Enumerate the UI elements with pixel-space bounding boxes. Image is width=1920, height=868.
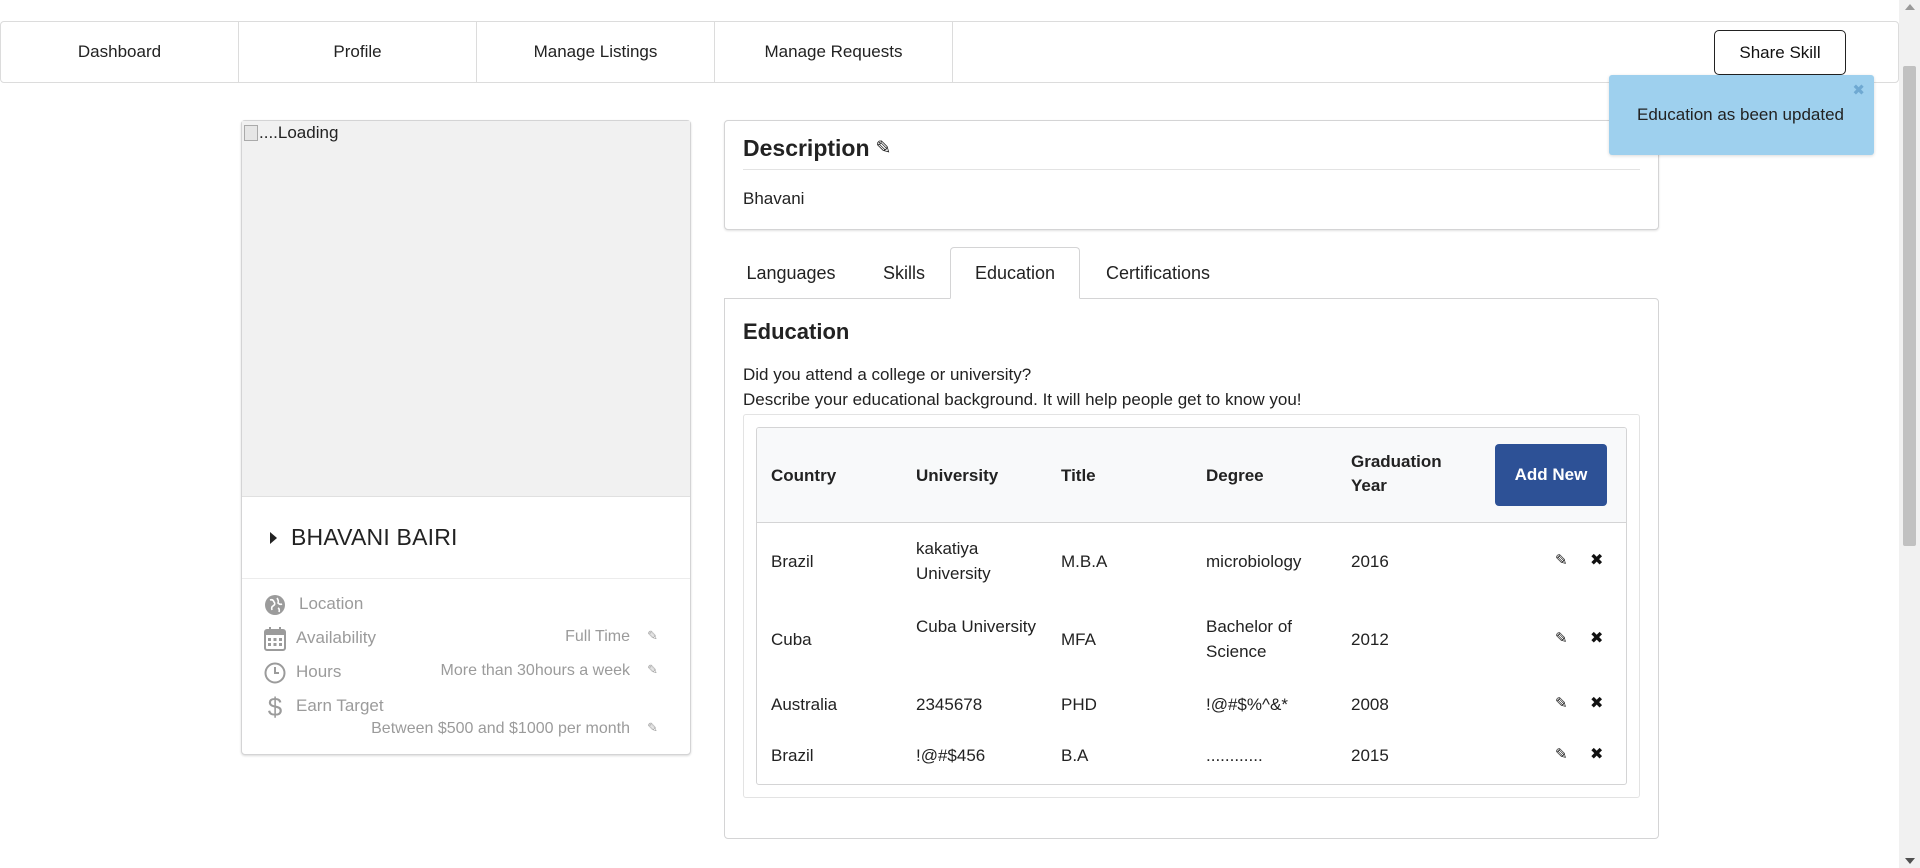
description-divider — [743, 169, 1640, 170]
table-row: Brazil !@#$456 B.A ............ 2015 ✎ ✖ — [757, 732, 1626, 784]
share-skill-button[interactable]: Share Skill — [1714, 30, 1846, 75]
description-text: Bhavani — [743, 189, 805, 208]
education-table: Country University Title Degree Graduati… — [756, 427, 1627, 785]
edit-earn-target-icon[interactable]: ✎ — [647, 720, 658, 736]
toast-notification: ✖ Education as been updated — [1609, 75, 1874, 155]
cell-graduation-year: 2012 — [1351, 630, 1389, 649]
education-question: Did you attend a college or university? — [743, 365, 1032, 384]
clock-icon — [262, 660, 288, 686]
nav-manage-requests[interactable]: Manage Requests — [715, 22, 953, 82]
earn-target-label: Earn Target — [296, 696, 384, 715]
cell-university: !@#$456 — [916, 746, 986, 765]
broken-image: ....Loading — [244, 123, 338, 143]
image-alt-text: ....Loading — [259, 123, 339, 142]
availability-label: Availability — [296, 628, 377, 647]
scrollbar-thumb[interactable] — [1903, 66, 1916, 546]
availability-row: Availability Full Time ✎ — [262, 624, 672, 654]
scroll-up-icon[interactable] — [1905, 4, 1915, 10]
page-scrollbar[interactable] — [1899, 0, 1920, 868]
edit-pencil-icon[interactable]: ✎ — [1555, 745, 1568, 763]
cell-degree: microbiology — [1206, 552, 1302, 571]
education-instruction: Describe your educational background. It… — [743, 390, 1302, 409]
profile-name: BHAVANI BAIRI — [291, 524, 458, 550]
delete-x-icon[interactable]: ✖ — [1590, 550, 1603, 570]
column-university: University — [916, 466, 999, 485]
edit-pencil-icon[interactable]: ✎ — [1555, 694, 1568, 712]
earn-target-row: $ Earn Target Between $500 and $1000 per… — [262, 692, 672, 750]
tab-languages[interactable]: Languages — [734, 247, 848, 299]
education-table-wrapper: Country University Title Degree Graduati… — [743, 414, 1640, 798]
nav-dashboard[interactable]: Dashboard — [1, 22, 239, 82]
tab-certifications[interactable]: Certifications — [1096, 247, 1220, 299]
description-card: Description ✎ Bhavani — [724, 120, 1659, 230]
cell-title: B.A — [1061, 746, 1089, 765]
tab-education[interactable]: Education — [950, 247, 1080, 299]
toast-message: Education as been updated — [1637, 105, 1845, 124]
edit-pencil-icon[interactable]: ✎ — [1555, 551, 1568, 569]
nav-profile[interactable]: Profile — [239, 22, 477, 82]
edit-hours-icon[interactable]: ✎ — [647, 662, 658, 678]
column-graduation-year: Graduation Year — [1351, 452, 1442, 495]
cell-graduation-year: 2016 — [1351, 552, 1389, 571]
profile-photo: ....Loading — [242, 121, 690, 497]
education-panel: Education Did you attend a college or un… — [724, 298, 1659, 839]
availability-value: Full Time — [565, 628, 630, 645]
cell-graduation-year: 2008 — [1351, 695, 1389, 714]
add-new-button[interactable]: Add New — [1495, 444, 1607, 506]
column-country: Country — [771, 466, 837, 485]
delete-x-icon[interactable]: ✖ — [1590, 744, 1603, 764]
broken-image-icon — [244, 125, 258, 141]
table-row: Australia 2345678 PHD !@#$%^&* 2008 ✎ ✖ — [757, 680, 1626, 732]
cell-university: Cuba University — [916, 617, 1036, 636]
table-row: Brazil kakatiya University M.B.A microbi… — [757, 524, 1626, 600]
close-icon[interactable]: ✖ — [1852, 81, 1865, 99]
cell-title: MFA — [1061, 630, 1096, 649]
calendar-icon — [262, 626, 288, 652]
cell-university: 2345678 — [916, 695, 983, 714]
cell-degree: Bachelor of Science — [1206, 617, 1292, 661]
education-title: Education — [743, 319, 850, 344]
cell-country: Brazil — [771, 552, 814, 571]
edit-description-icon[interactable]: ✎ — [876, 137, 892, 160]
caret-right-icon[interactable] — [270, 531, 277, 544]
cell-title: M.B.A — [1061, 552, 1108, 571]
description-header: Description ✎ — [743, 135, 891, 162]
delete-x-icon[interactable]: ✖ — [1590, 628, 1603, 648]
edit-pencil-icon[interactable]: ✎ — [1555, 629, 1568, 647]
hours-value: More than 30hours a week — [440, 662, 630, 679]
column-title: Title — [1061, 466, 1096, 485]
location-label: Location — [299, 594, 364, 613]
tab-skills[interactable]: Skills — [869, 247, 939, 299]
dollar-icon: $ — [267, 691, 283, 722]
table-row: Cuba Cuba University MFA Bachelor of Sci… — [757, 600, 1626, 680]
cell-degree: !@#$%^&* — [1206, 695, 1288, 714]
delete-x-icon[interactable]: ✖ — [1590, 693, 1603, 713]
table-header: Country University Title Degree Graduati… — [757, 428, 1626, 523]
cell-university: kakatiya University — [916, 539, 991, 583]
edit-availability-icon[interactable]: ✎ — [647, 628, 658, 644]
top-navigation: Dashboard Profile Manage Listings Manage… — [0, 21, 1899, 83]
cell-graduation-year: 2015 — [1351, 746, 1389, 765]
profile-name-row[interactable]: BHAVANI BAIRI — [242, 497, 690, 579]
nav-manage-listings[interactable]: Manage Listings — [477, 22, 715, 82]
hours-row: Hours More than 30hours a week ✎ — [262, 658, 672, 688]
cell-country: Brazil — [771, 746, 814, 765]
profile-card: ....Loading BHAVANI BAIRI Location Avail… — [241, 120, 691, 755]
column-degree: Degree — [1206, 466, 1264, 485]
cell-country: Cuba — [771, 630, 812, 649]
cell-title: PHD — [1061, 695, 1097, 714]
location-row: Location — [262, 590, 672, 620]
scroll-down-icon[interactable] — [1905, 858, 1915, 864]
cell-degree: ............ — [1206, 746, 1263, 765]
globe-icon — [262, 592, 288, 618]
description-title: Description — [743, 135, 870, 161]
hours-label: Hours — [296, 662, 342, 681]
earn-target-value: Between $500 and $1000 per month — [371, 720, 630, 737]
cell-country: Australia — [771, 695, 838, 714]
